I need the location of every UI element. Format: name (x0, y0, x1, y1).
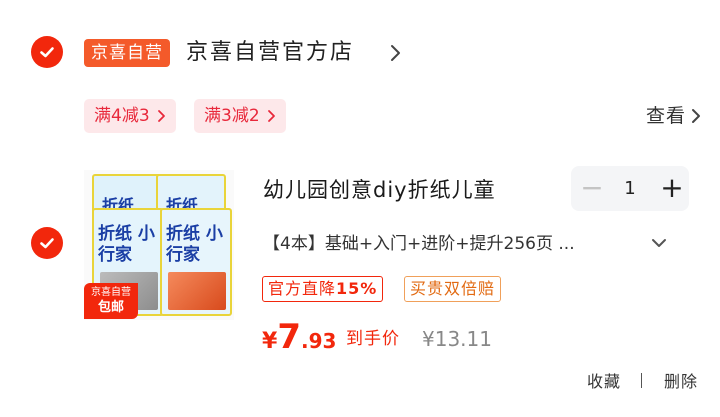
chevron-right-icon[interactable] (690, 107, 702, 125)
promo-line-1: 京喜自营 (91, 287, 131, 298)
favorite-button[interactable]: 收藏 (587, 371, 621, 393)
decrease-quantity-button[interactable]: − (577, 166, 607, 211)
delete-button[interactable]: 删除 (664, 371, 698, 393)
currency-symbol: ¥ (262, 329, 278, 354)
quantity-value[interactable]: 1 (607, 166, 653, 211)
check-icon (40, 238, 54, 249)
chevron-right-icon (267, 110, 275, 122)
chevron-right-icon (157, 110, 165, 122)
promo-line-2: 包邮 (97, 300, 124, 315)
price-guarantee-tag: 买贵双倍赔 (404, 276, 502, 302)
store-header[interactable]: 京喜自营 京喜自营官方店 (0, 28, 720, 78)
final-price: ¥7.93 (262, 315, 336, 365)
free-shipping-badge: 京喜自营 包邮 (84, 283, 138, 319)
product-title[interactable]: 幼儿园创意diy折纸儿童 (263, 176, 496, 204)
discount-prefix: 官方直降 (268, 279, 337, 298)
book-title: 折纸 小行家 (98, 224, 155, 265)
coupon-chip-1[interactable]: 满4减3 (84, 99, 176, 133)
coupon-label: 满4减3 (94, 106, 150, 126)
product-select-checkbox[interactable] (31, 227, 63, 259)
store-name[interactable]: 京喜自营官方店 (186, 36, 354, 70)
chevron-right-icon[interactable] (386, 42, 404, 64)
price-decimal: .93 (300, 329, 337, 353)
coupon-chip-2[interactable]: 满3减2 (194, 99, 286, 133)
price-integer: 7 (277, 317, 301, 357)
increase-quantity-button[interactable]: + (657, 166, 687, 211)
product-spec-selector[interactable]: 【4本】基础+入门+进阶+提升256页 ... (263, 231, 647, 257)
book-cover: 折纸 小行家 (160, 208, 232, 316)
view-more-link[interactable]: 查看 (646, 102, 686, 130)
action-divider (641, 373, 642, 388)
quantity-stepper[interactable]: − 1 + (571, 166, 689, 211)
final-price-label: 到手价 (346, 329, 400, 349)
book-illustration (168, 272, 226, 310)
discount-value: 15% (336, 279, 378, 298)
original-price: ¥13.11 (422, 327, 492, 351)
book-title: 折纸 小行家 (166, 224, 223, 265)
coupon-label: 满3减2 (204, 106, 260, 126)
store-badge: 京喜自营 (84, 39, 170, 67)
discount-tag: 官方直降15% (262, 276, 384, 302)
chevron-down-icon[interactable] (650, 236, 668, 250)
